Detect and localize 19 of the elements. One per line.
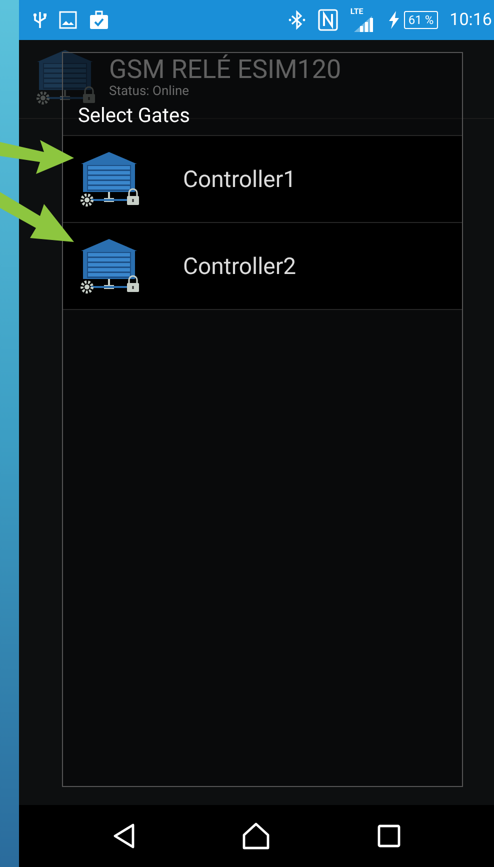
- app-title: GSM RELÉ ESIM120: [109, 56, 342, 84]
- lte-label: LTE: [350, 8, 364, 16]
- gate-list-item[interactable]: Controller2: [63, 222, 462, 310]
- charging-bolt-icon: [388, 11, 400, 29]
- usb-icon: [33, 11, 47, 29]
- dialog-title: Select Gates: [78, 103, 190, 127]
- back-icon[interactable]: [112, 823, 134, 849]
- gate-name: Controller2: [183, 252, 296, 280]
- image-icon: [59, 11, 77, 29]
- home-icon[interactable]: [242, 822, 270, 850]
- nfc-icon: [318, 9, 338, 31]
- gate-list-item[interactable]: Controller1: [63, 135, 462, 222]
- connection-status: Status: Online: [109, 84, 190, 99]
- bluetooth-icon: [288, 10, 306, 30]
- recent-apps-icon[interactable]: [376, 824, 400, 848]
- briefcase-check-icon: [89, 10, 109, 30]
- gate-name: Controller1: [183, 166, 296, 192]
- clock-time: 10:16: [450, 10, 493, 30]
- battery-level: 61 %: [404, 11, 438, 29]
